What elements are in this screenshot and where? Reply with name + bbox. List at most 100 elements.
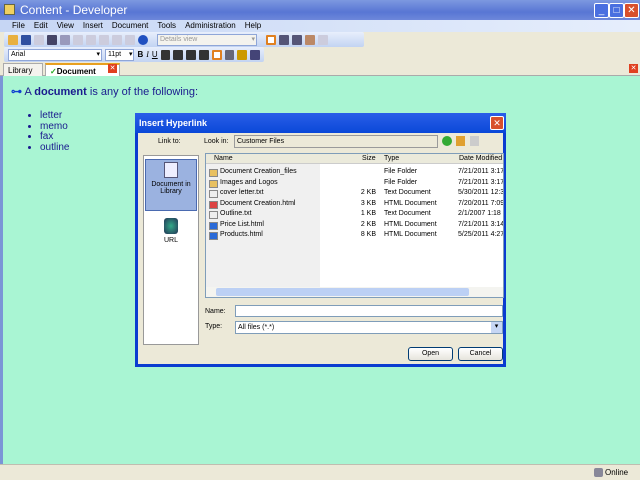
name-label: Name: [205,308,226,315]
align-right-icon[interactable] [186,49,197,60]
file-row[interactable]: Products.html 8 KB HTML Document 5/25/20… [206,231,503,242]
layout-icon[interactable] [266,34,276,45]
close-button[interactable]: ✕ [624,3,639,18]
text-icon [209,190,218,198]
place-document-in-library[interactable]: Document in Library [145,159,197,211]
fill-color-icon[interactable] [250,49,261,60]
font-select[interactable]: Arial [8,48,102,61]
justify-icon[interactable] [199,49,209,60]
file-row[interactable]: Document Creation.html 3 KB HTML Documen… [206,199,503,211]
menu-insert[interactable]: Insert [83,21,103,30]
menu-document[interactable]: Document [112,21,148,30]
type-label: Type: [205,323,223,330]
view-select[interactable]: Details view [157,33,257,46]
column-date-modified[interactable]: Date Modified [459,155,502,162]
file-row[interactable]: Images and Logos File Folder 7/21/2011 3… [206,178,504,190]
look-in-field[interactable]: Customer Files [234,135,438,148]
column-size[interactable]: Size [362,155,376,162]
type-value: All files (*.*) [238,324,275,331]
file-type: HTML Document [384,220,437,228]
column-type[interactable]: Type [384,155,399,162]
bullet-list-icon[interactable] [211,49,222,60]
undo-icon[interactable] [99,34,109,45]
delete-icon[interactable] [86,34,96,45]
help-icon[interactable] [138,34,148,45]
save-icon[interactable] [21,34,31,45]
tab-library[interactable]: Library [3,63,43,76]
horizontal-scrollbar[interactable] [206,287,503,297]
name-input[interactable] [235,305,503,317]
size-select[interactable]: 11pt [105,48,135,61]
close-all-icon[interactable]: ✕ [629,64,638,73]
file-name: cover letter.txt [220,189,264,196]
tab-label: Document [56,67,96,76]
file-type: HTML Document [384,231,437,238]
italic-button[interactable]: I [146,50,149,59]
ie-icon [209,221,218,230]
file-size: 3 KB [360,199,376,207]
go-icon[interactable] [442,136,452,146]
menu-view[interactable]: View [57,21,74,30]
minimize-button[interactable]: _ [594,3,609,18]
split-horizontal-icon[interactable] [279,34,289,45]
find-icon[interactable] [125,34,135,45]
document-heading: ⊶ A document is any of the following: [11,85,198,98]
close-tab-icon[interactable]: ✕ [108,64,117,73]
chevron-down-icon[interactable]: ▾ [491,322,502,333]
menu-help[interactable]: Help [245,21,261,30]
file-type: HTML Document [384,199,437,207]
file-row[interactable]: Document Creation_files File Folder 7/21… [206,168,503,179]
cut-icon[interactable] [47,34,57,45]
file-row[interactable]: cover letter.txt 2 KB Text Document 5/30… [206,189,503,200]
file-date: 7/21/2011 3:17 [458,178,504,186]
file-name: Outline.txt [220,210,252,217]
cancel-button[interactable]: Cancel [458,347,503,361]
redo-icon[interactable] [112,34,122,45]
copy-icon[interactable] [60,34,70,45]
scrollbar-thumb[interactable] [216,288,469,296]
dialog-close-button[interactable]: ✕ [490,116,504,130]
split-vertical-icon[interactable] [292,34,302,45]
numbered-list-icon[interactable] [224,49,235,60]
maximize-button[interactable]: □ [609,3,624,18]
file-date: 7/21/2011 3:14 [458,220,504,228]
open-button[interactable]: Open [408,347,453,361]
link-to-label: Link to: [158,138,181,145]
link-to-panel: Document in Library URL [143,155,199,345]
up-folder-icon[interactable] [456,136,465,146]
folder-icon [209,169,218,177]
insert-term-icon[interactable] [237,49,248,60]
column-name[interactable]: Name [214,155,233,162]
type-select[interactable]: All files (*.*) ▾ [235,321,503,334]
print-icon[interactable] [34,34,44,45]
file-row[interactable]: Price List.html 2 KB HTML Document 7/21/… [206,220,504,232]
file-name: Document Creation_files [220,168,297,175]
refresh-icon[interactable] [318,34,328,45]
place-label: Document in Library [151,181,191,195]
open-icon[interactable] [8,34,18,45]
underline-button[interactable]: U [152,50,158,59]
new-folder-icon[interactable] [470,136,479,146]
menu-administration[interactable]: Administration [185,21,236,30]
file-row[interactable]: Outline.txt 1 KB Text Document 2/1/2007 … [206,210,503,221]
file-list[interactable]: Name Size Type Date Modified Document Cr… [205,153,504,298]
align-center-icon[interactable] [173,49,184,60]
file-type: Text Document [384,189,431,196]
menu-tools[interactable]: Tools [157,21,176,30]
file-name: Products.html [220,231,263,238]
app-icon [4,4,15,15]
properties-icon[interactable] [305,34,315,45]
term-link[interactable]: document [34,86,87,98]
bold-button[interactable]: B [137,50,143,59]
title-bar: Content - Developer [0,0,640,20]
paste-icon[interactable] [73,34,83,45]
place-label: URL [163,237,178,244]
file-type: File Folder [384,168,418,175]
place-url[interactable]: URL [145,218,197,248]
menu-edit[interactable]: Edit [34,21,48,30]
heading-suffix: is any of the following: [86,86,199,98]
file-date: 2/1/2007 1:18 [458,210,501,217]
tab-bar: Library ✓Document ✕ ✕ [0,62,640,76]
align-left-icon[interactable] [160,49,171,60]
menu-file[interactable]: File [12,21,25,30]
